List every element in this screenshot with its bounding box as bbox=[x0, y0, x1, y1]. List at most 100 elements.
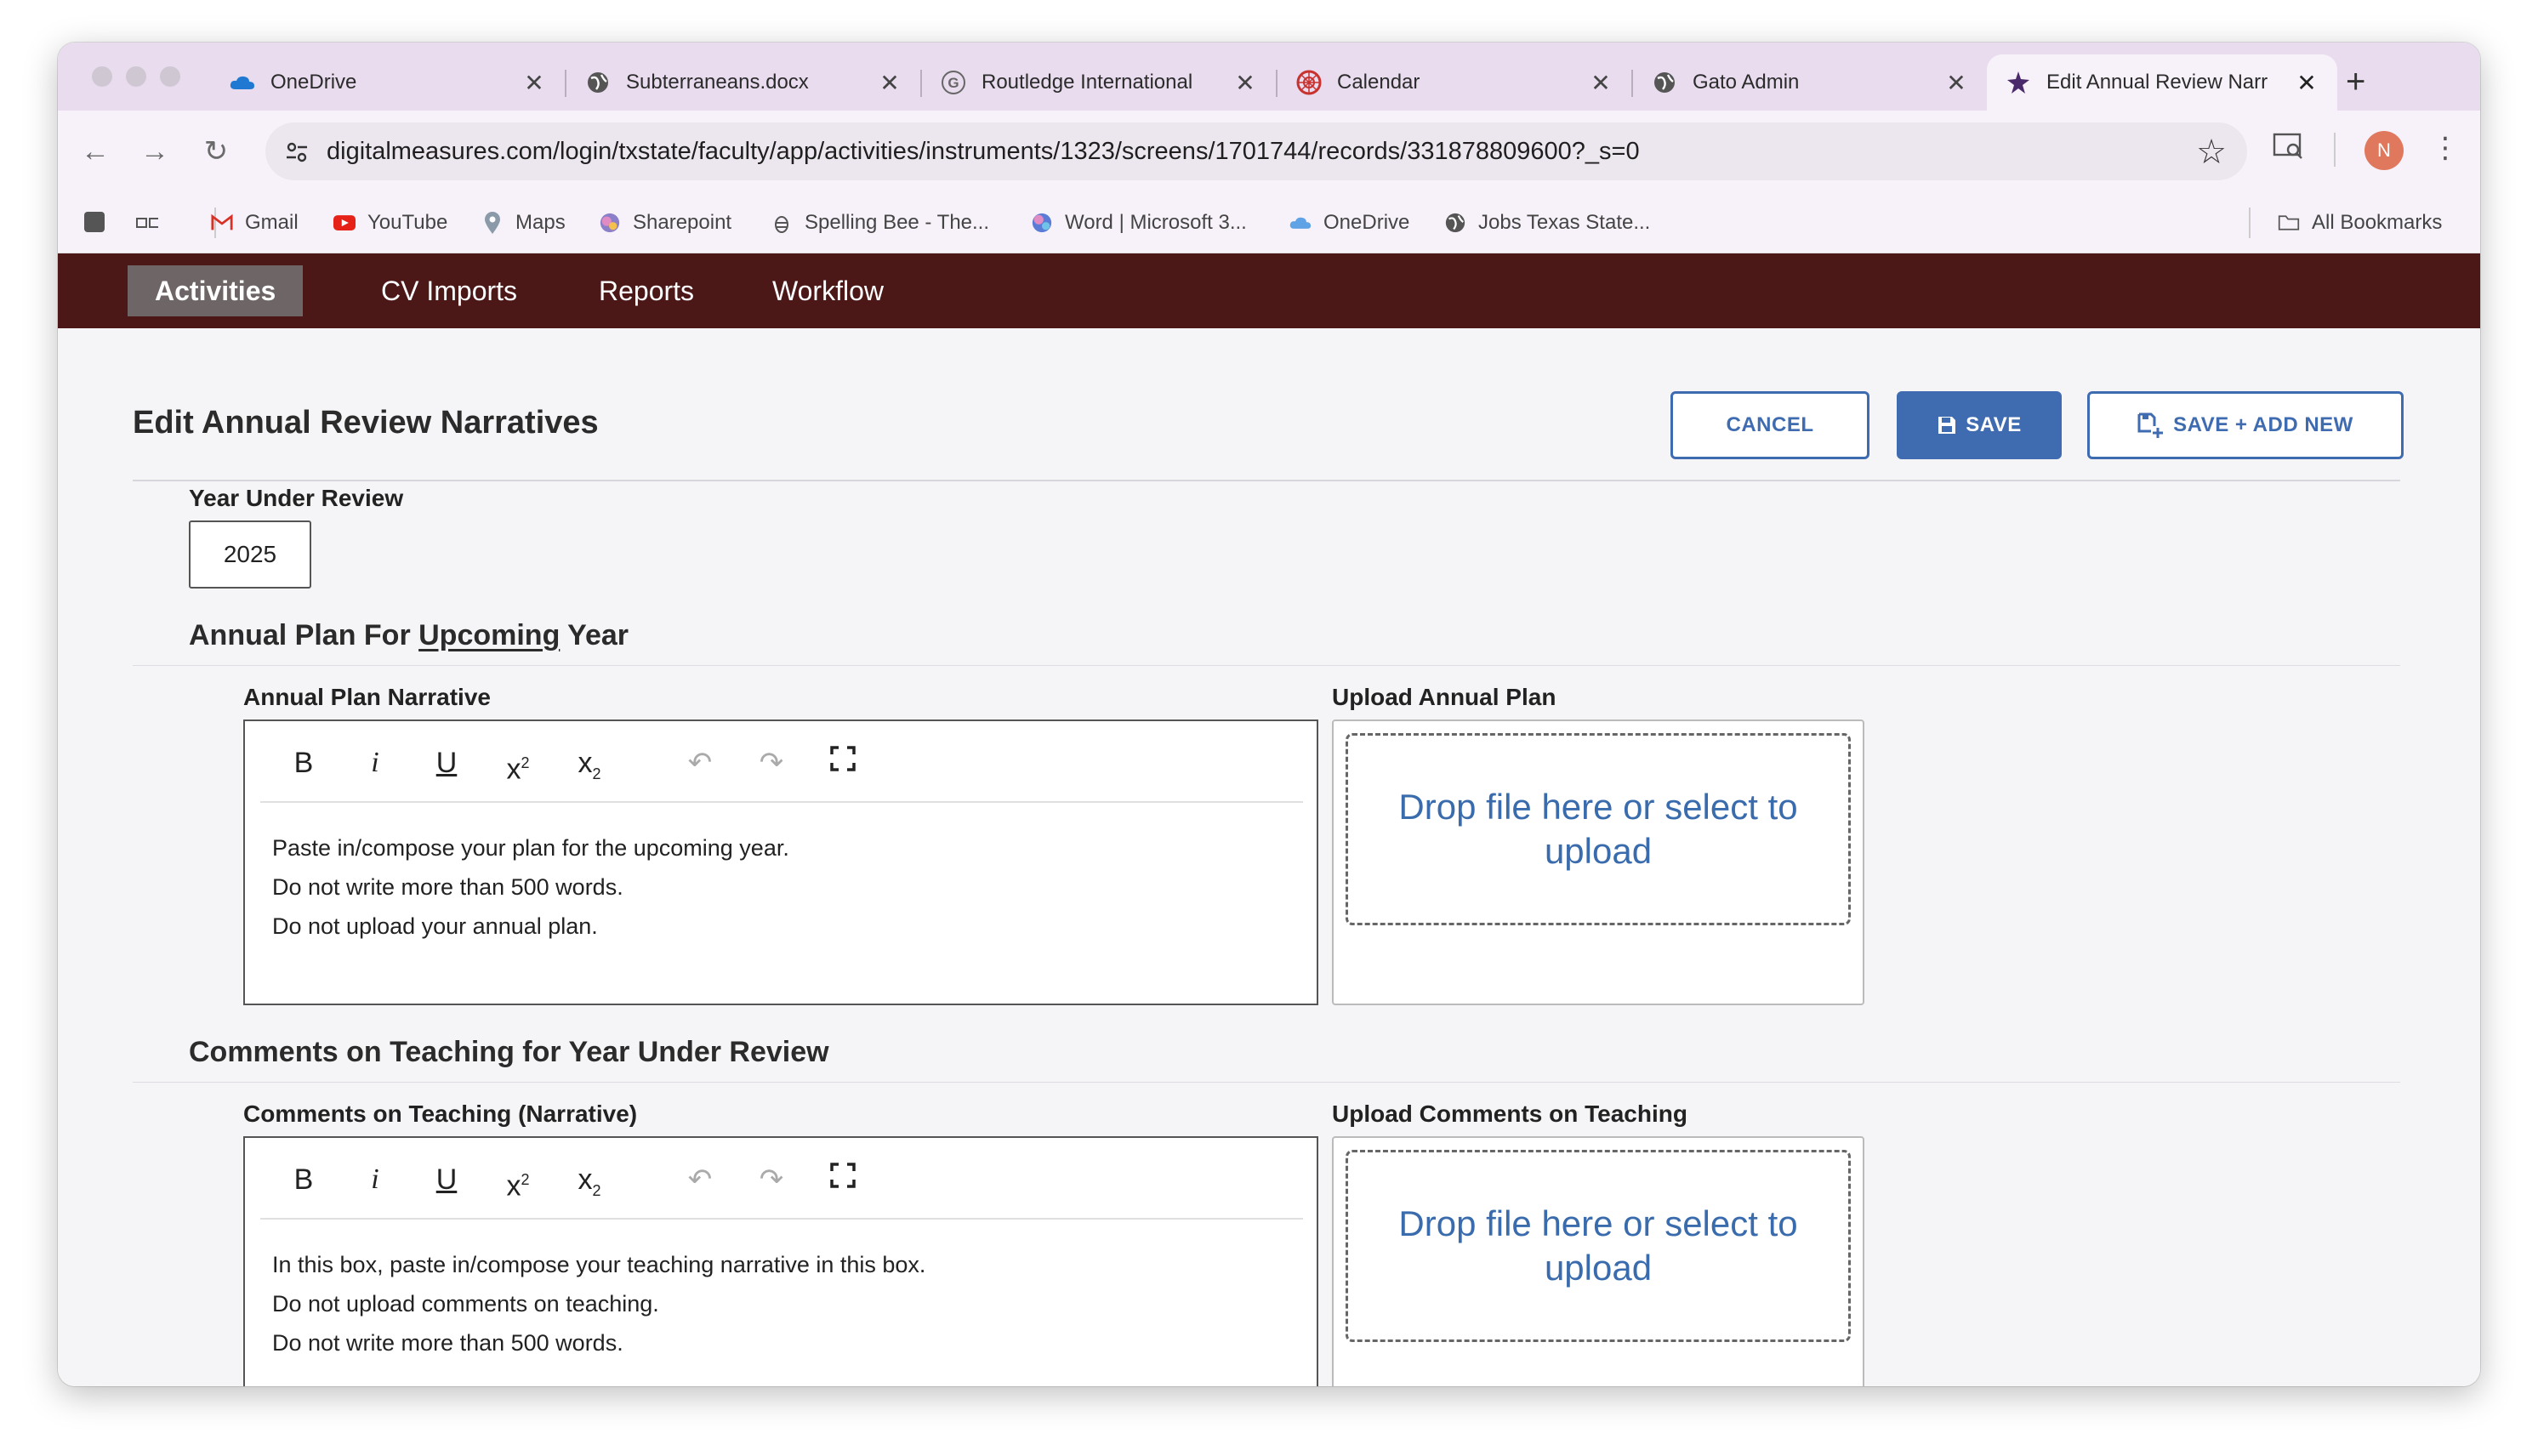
fullscreen-icon[interactable] bbox=[825, 745, 861, 781]
cloud-icon bbox=[1289, 212, 1312, 234]
maps-icon bbox=[481, 212, 504, 234]
bookmark-star-icon[interactable]: ☆ bbox=[2196, 133, 2227, 172]
bookmark-word[interactable]: Word | Microsoft 3... bbox=[1031, 211, 1247, 235]
tab-label: Gato Admin bbox=[1693, 71, 1800, 94]
section-divider bbox=[133, 665, 2400, 666]
tab-close-icon[interactable]: ✕ bbox=[1944, 69, 1968, 97]
bookmark-gmail[interactable]: Gmail bbox=[211, 211, 299, 235]
kebab-menu-icon[interactable]: ⋮ bbox=[2431, 131, 2460, 165]
bookmark-onedrive[interactable]: OneDrive bbox=[1289, 211, 1409, 235]
bookmark-sharepoint[interactable]: Sharepoint bbox=[599, 211, 731, 235]
window-controls bbox=[92, 66, 180, 87]
square-icon bbox=[83, 211, 105, 233]
all-bookmarks[interactable]: All Bookmarks bbox=[2278, 211, 2442, 235]
underline-icon[interactable]: U bbox=[429, 1162, 464, 1197]
address-bar[interactable]: digitalmeasures.com/login/txstate/facult… bbox=[265, 122, 2247, 180]
italic-icon[interactable]: i bbox=[357, 1162, 393, 1197]
comments-teaching-dropzone[interactable]: Drop file here or select to upload bbox=[1346, 1150, 1851, 1342]
bookmark-extension[interactable] bbox=[83, 211, 117, 233]
save-button[interactable]: SAVE bbox=[1897, 391, 2062, 459]
tab-close-icon[interactable]: ✕ bbox=[1233, 69, 1257, 97]
nav-reports[interactable]: Reports bbox=[572, 265, 721, 316]
subscript-icon[interactable]: x2 bbox=[572, 1162, 607, 1199]
annual-plan-dropzone[interactable]: Drop file here or select to upload bbox=[1346, 733, 1851, 925]
annual-plan-editor[interactable]: B i U x2 x2 ↶ ↷ Paste in/compose your pl… bbox=[243, 719, 1318, 1005]
tab-close-icon[interactable]: ✕ bbox=[878, 69, 902, 97]
section-title-post: Year bbox=[560, 619, 629, 651]
cancel-button[interactable]: CANCEL bbox=[1670, 391, 1869, 459]
toolbar-divider bbox=[2334, 133, 2336, 167]
bookmark-apps[interactable] bbox=[136, 211, 170, 233]
subscript-icon[interactable]: x2 bbox=[572, 745, 607, 782]
bookmark-label: OneDrive bbox=[1323, 211, 1410, 234]
redo-icon[interactable]: ↷ bbox=[754, 745, 789, 781]
tab-edit-annual-review[interactable]: Edit Annual Review Narr ✕ bbox=[1987, 54, 2337, 111]
tab-label: Edit Annual Review Narr bbox=[2046, 71, 2268, 94]
url-text: digitalmeasures.com/login/txstate/facult… bbox=[327, 137, 1640, 165]
tab-gato-admin[interactable]: Gato Admin ✕ bbox=[1633, 54, 1987, 111]
page-title: Edit Annual Review Narratives bbox=[133, 405, 599, 441]
section-annual-plan-title: Annual Plan For Upcoming Year bbox=[189, 619, 629, 652]
youtube-icon bbox=[333, 212, 356, 234]
site-settings-icon[interactable] bbox=[284, 139, 310, 165]
save-label: SAVE bbox=[1966, 413, 2022, 436]
fullscreen-icon[interactable] bbox=[825, 1162, 861, 1197]
main-content: Edit Annual Review Narratives CANCEL SAV… bbox=[58, 328, 2480, 1386]
nav-workflow[interactable]: Workflow bbox=[745, 265, 911, 316]
bookmark-spelling-bee[interactable]: Spelling Bee - The... bbox=[771, 211, 989, 235]
minimize-window-button[interactable] bbox=[126, 66, 146, 87]
comments-teaching-editor[interactable]: B i U x2 x2 ↶ ↷ In this box, paste in/co… bbox=[243, 1136, 1318, 1386]
close-window-button[interactable] bbox=[92, 66, 112, 87]
undo-icon[interactable]: ↶ bbox=[682, 745, 718, 781]
save-plus-icon bbox=[2137, 412, 2165, 438]
editor-line: Paste in/compose your plan for the upcom… bbox=[272, 835, 789, 861]
nav-cv-imports[interactable]: CV Imports bbox=[354, 265, 544, 316]
bold-icon[interactable]: B bbox=[286, 1162, 322, 1197]
nav-activities[interactable]: Activities bbox=[128, 265, 304, 316]
year-under-review-field[interactable]: 2025 bbox=[189, 520, 311, 589]
tab-calendar[interactable]: Calendar ✕ bbox=[1278, 54, 1633, 111]
bold-icon[interactable]: B bbox=[286, 745, 322, 781]
upload-comments-teaching-label: Upload Comments on Teaching bbox=[1332, 1101, 1687, 1127]
undo-icon[interactable]: ↶ bbox=[682, 1162, 718, 1197]
superscript-icon[interactable]: x2 bbox=[500, 745, 536, 785]
tab-subterraneans[interactable]: Subterraneans.docx ✕ bbox=[566, 54, 922, 111]
section-divider bbox=[133, 1082, 2400, 1083]
editor-content[interactable]: In this box, paste in/compose your teach… bbox=[272, 1245, 925, 1362]
back-arrow-icon[interactable]: ← bbox=[75, 131, 116, 172]
italic-icon[interactable]: i bbox=[357, 745, 393, 781]
tab-close-icon[interactable]: ✕ bbox=[522, 69, 546, 97]
sharepoint-icon bbox=[599, 212, 621, 234]
editor-line: Do not upload your annual plan. bbox=[272, 913, 598, 939]
redo-icon[interactable]: ↷ bbox=[754, 1162, 789, 1197]
save-add-new-label: SAVE + ADD NEW bbox=[2173, 413, 2353, 436]
bookmark-label: Sharepoint bbox=[633, 211, 732, 234]
reload-icon[interactable]: ↻ bbox=[196, 131, 236, 172]
tab-label: Calendar bbox=[1337, 71, 1420, 94]
bookmark-maps[interactable]: Maps bbox=[481, 211, 566, 235]
tab-search-icon[interactable] bbox=[2273, 131, 2305, 168]
bookmark-jobs-texas-state[interactable]: Jobs Texas State... bbox=[1444, 211, 1650, 235]
tab-label: Subterraneans.docx bbox=[626, 71, 809, 94]
tab-strip: OneDrive ✕ Subterraneans.docx ✕ G Routle… bbox=[58, 43, 2480, 111]
tab-close-icon[interactable]: ✕ bbox=[1589, 69, 1613, 97]
forward-arrow-icon[interactable]: → bbox=[134, 131, 175, 172]
tab-onedrive[interactable]: OneDrive ✕ bbox=[211, 54, 566, 111]
bookmark-youtube[interactable]: YouTube bbox=[333, 211, 447, 235]
bookmark-label: Gmail bbox=[245, 211, 299, 234]
editor-content[interactable]: Paste in/compose your plan for the upcom… bbox=[272, 828, 789, 946]
new-tab-plus-icon[interactable]: + bbox=[2346, 61, 2365, 102]
upload-comments-teaching-box: Drop file here or select to upload bbox=[1332, 1136, 1864, 1386]
profile-avatar[interactable]: N bbox=[2364, 131, 2404, 170]
superscript-icon[interactable]: x2 bbox=[500, 1162, 536, 1202]
year-value: 2025 bbox=[223, 541, 277, 567]
underline-icon[interactable]: U bbox=[429, 745, 464, 781]
tab-label: Routledge International bbox=[982, 71, 1193, 94]
bee-icon bbox=[771, 212, 793, 234]
tab-routledge[interactable]: G Routledge International ✕ bbox=[922, 54, 1278, 111]
bookmark-divider bbox=[2249, 208, 2251, 238]
tab-close-icon[interactable]: ✕ bbox=[2295, 69, 2319, 97]
maximize-window-button[interactable] bbox=[160, 66, 180, 87]
save-add-new-button[interactable]: SAVE + ADD NEW bbox=[2087, 391, 2404, 459]
svg-text:G: G bbox=[947, 75, 959, 91]
